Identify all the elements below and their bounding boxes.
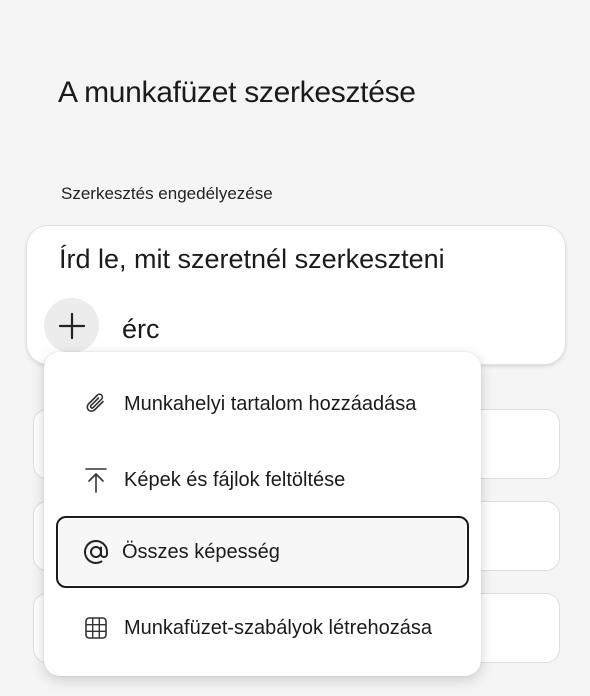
prompt-placeholder: Írd le, mit szeretnél szerkeszteni [59,244,445,274]
menu-item-upload-images-files[interactable]: Képek és fájlok feltöltése [44,450,481,510]
upload-icon [82,466,110,494]
menu-item-label: Munkafüzet-szabályok létrehozása [124,616,432,639]
menu-item-label: Összes képesség [122,540,280,563]
add-content-menu: Munkahelyi tartalom hozzáadása Képek és … [44,352,481,676]
plus-icon [58,312,85,339]
menu-item-create-workbook-rules[interactable]: Munkafüzet-szabályok létrehozása [44,598,481,658]
add-button[interactable] [44,298,99,353]
prompt-input-card[interactable]: Írd le, mit szeretnél szerkeszteni érc [26,225,566,365]
prompt-input[interactable]: érc [122,314,160,345]
at-sign-icon [82,538,110,566]
menu-item-label: Munkahelyi tartalom hozzáadása [124,392,417,415]
menu-item-all-capabilities[interactable]: Összes képesség [56,516,469,588]
menu-item-label: Képek és fájlok feltöltése [124,468,346,491]
edit-workbook-panel: A munkafüzet szerkesztése Szerkesztés en… [0,0,590,696]
menu-item-add-work-content[interactable]: Munkahelyi tartalom hozzáadása [44,374,481,434]
paperclip-icon [82,390,110,418]
subtitle: Szerkesztés engedélyezése [61,184,273,203]
grid-icon [82,614,110,642]
page-title: A munkafüzet szerkesztése [58,76,416,109]
